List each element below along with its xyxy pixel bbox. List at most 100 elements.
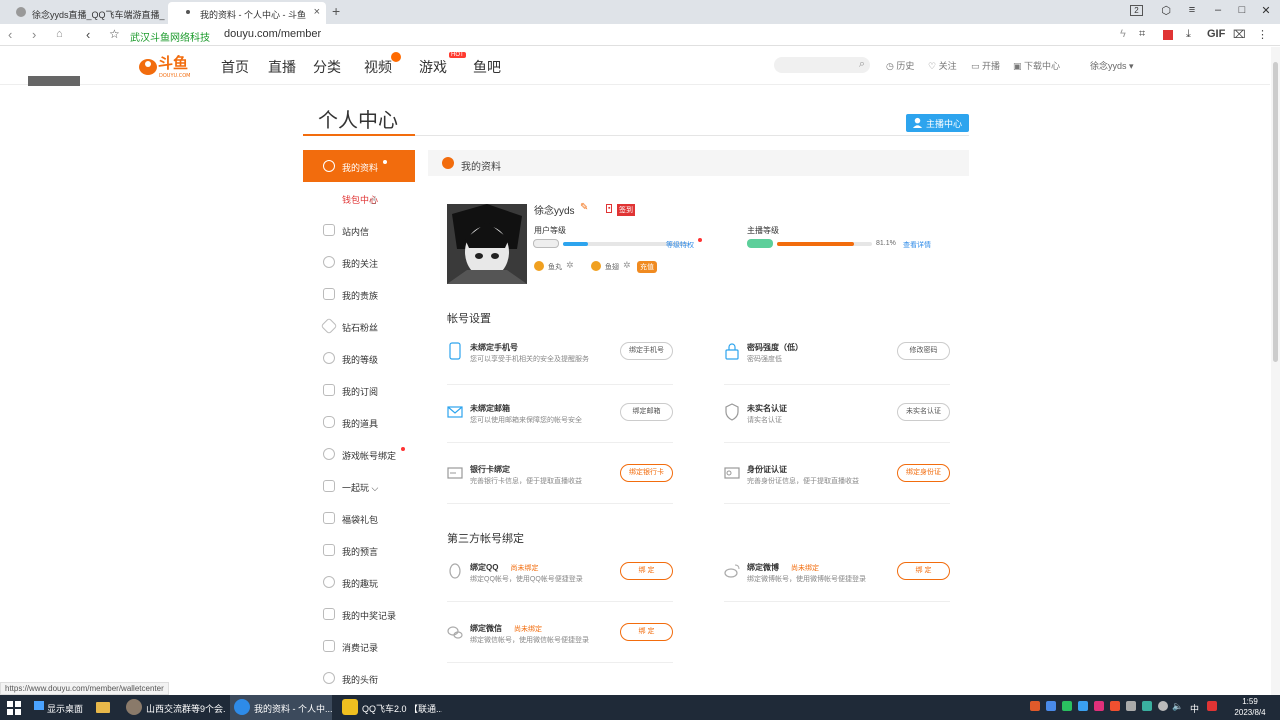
back-icon[interactable]: ‹ bbox=[8, 27, 12, 42]
recharge-button[interactable]: 充值 bbox=[637, 261, 657, 273]
history-link[interactable]: ◷ 历史 bbox=[886, 59, 914, 72]
edit-icon[interactable]: ✎ bbox=[580, 202, 588, 213]
close-tab-icon[interactable]: × bbox=[314, 6, 320, 18]
close-window-icon[interactable]: ✕ bbox=[1256, 4, 1276, 17]
tray-app-icon[interactable] bbox=[1030, 701, 1040, 711]
folder-icon[interactable] bbox=[96, 702, 110, 713]
browser-tab-active[interactable]: 我的资料 - 个人中心 - 斗鱼 × bbox=[168, 2, 326, 24]
home-icon[interactable]: ⌂ bbox=[56, 28, 63, 40]
scrollbar-thumb[interactable] bbox=[1273, 62, 1278, 362]
tray-app-icon[interactable] bbox=[1110, 701, 1120, 711]
windows-start-icon[interactable] bbox=[6, 700, 22, 716]
start-live-link[interactable]: ▭ 开播 bbox=[971, 59, 1000, 72]
user-level-fill bbox=[563, 242, 588, 246]
shield-icon[interactable]: ⬡ bbox=[1156, 4, 1176, 17]
download-center-link[interactable]: ▣ 下载中心 bbox=[1013, 59, 1060, 72]
bind-idcard-button[interactable]: 绑定身份证 bbox=[897, 464, 950, 482]
sidebar-item-props[interactable]: 我的道具 bbox=[303, 406, 415, 438]
search-input[interactable]: ⌕ bbox=[774, 57, 870, 73]
crop-icon[interactable]: ⌧ bbox=[1233, 28, 1246, 41]
system-clock[interactable]: 1:59 2023/8/4 bbox=[1230, 696, 1270, 718]
sidebar-item-play-together[interactable]: 一起玩 ⌵ bbox=[303, 470, 415, 502]
tray-app-icon[interactable] bbox=[1126, 701, 1136, 711]
sidebar-item-gift-pack[interactable]: 福袋礼包 bbox=[303, 502, 415, 534]
site-verified-tag: 武汉斗鱼网络科技 bbox=[130, 33, 210, 44]
menu-icon[interactable]: ≡ bbox=[1182, 4, 1202, 16]
page-scrollbar[interactable] bbox=[1271, 47, 1280, 695]
download-icon[interactable]: ⤓ bbox=[1186, 28, 1191, 41]
sidebar-item-label: 福袋礼包 bbox=[342, 515, 379, 525]
sidebar-item-level[interactable]: 我的等级 bbox=[303, 342, 415, 374]
minimize-icon[interactable]: – bbox=[1208, 4, 1228, 16]
sidebar-item-noble[interactable]: 我的贵族 bbox=[303, 278, 415, 310]
sidebar-item-spending[interactable]: 消费记录 bbox=[303, 630, 415, 662]
taskbar-app-chat[interactable]: 山西交流群等9个会... bbox=[122, 695, 226, 720]
sidebar-item-profile[interactable]: 我的资料 bbox=[303, 150, 415, 182]
tab-favicon-icon bbox=[16, 7, 26, 17]
taskbar-app-game[interactable]: QQ飞车2.0 【联通... bbox=[338, 695, 442, 720]
anchor-center-button[interactable]: 主播中心 bbox=[906, 114, 969, 132]
lightning-icon[interactable]: ϟ bbox=[1120, 28, 1126, 40]
show-desktop-button[interactable]: 显示桌面 bbox=[47, 702, 83, 715]
gif-tool[interactable]: GIF bbox=[1207, 28, 1225, 40]
sidebar-item-prize-records[interactable]: 我的中奖记录 bbox=[303, 598, 415, 630]
sidebar-item-follows[interactable]: 我的关注 bbox=[303, 246, 415, 278]
sign-tag[interactable]: 签到 bbox=[617, 204, 635, 216]
level-privilege-link[interactable]: 等级特权 bbox=[666, 240, 694, 250]
sidebar-item-subscriptions[interactable]: 我的订阅 bbox=[303, 374, 415, 406]
user-menu[interactable]: 徐念yyds ▾ bbox=[1090, 59, 1134, 72]
tray-app-icon[interactable] bbox=[1094, 701, 1104, 711]
realname-button[interactable]: 未实名认证 bbox=[897, 403, 950, 421]
volume-icon[interactable]: 🔈 bbox=[1172, 701, 1183, 712]
sidebar-item-messages[interactable]: 站内信 bbox=[303, 214, 415, 246]
sidebar-item-diamond-fans[interactable]: 钻石粉丝 bbox=[303, 310, 415, 342]
tab-count-icon[interactable]: 2 bbox=[1130, 5, 1143, 16]
taskbar-app-browser[interactable]: 我的资料 - 个人中... bbox=[230, 695, 332, 720]
nav-live[interactable]: 直播 bbox=[268, 57, 296, 77]
row-title: 身份证认证 bbox=[747, 465, 787, 474]
extension-icon[interactable] bbox=[1163, 30, 1173, 40]
refresh-icon[interactable]: ✲ bbox=[566, 260, 574, 271]
bind-bankcard-button[interactable]: 绑定银行卡 bbox=[620, 464, 673, 482]
bind-weibo-button[interactable]: 绑 定 bbox=[897, 562, 950, 580]
stop-icon[interactable]: ‹ bbox=[86, 27, 90, 42]
nav-games[interactable]: 游戏 bbox=[419, 57, 447, 77]
url-field[interactable]: douyu.com/member bbox=[224, 28, 321, 40]
star-icon[interactable]: ☆ bbox=[109, 27, 120, 41]
view-details-link[interactable]: 查看详情 bbox=[903, 240, 931, 250]
nav-yuba[interactable]: 鱼吧 bbox=[473, 57, 501, 77]
douyu-logo[interactable]: 斗鱼 DOUYU.COM bbox=[138, 51, 198, 79]
tray-app-icon[interactable] bbox=[1142, 701, 1152, 711]
ime-indicator[interactable]: 中 bbox=[1190, 702, 1199, 715]
follow-link[interactable]: ♡ 关注 bbox=[928, 59, 957, 72]
forward-icon[interactable]: › bbox=[32, 27, 36, 42]
sidebar-item-titles[interactable]: 我的头衔 bbox=[303, 662, 415, 694]
nav-category[interactable]: 分类 bbox=[313, 57, 341, 77]
change-password-button[interactable]: 修改密码 bbox=[897, 342, 950, 360]
sidebar-item-wallet[interactable]: 钱包中心 ☝ bbox=[303, 182, 415, 214]
refresh-icon[interactable]: ✲ bbox=[623, 260, 631, 271]
sidebar-item-fun-play[interactable]: 我的趣玩 bbox=[303, 566, 415, 598]
maximize-icon[interactable]: □ bbox=[1232, 4, 1252, 16]
network-icon[interactable] bbox=[1158, 701, 1168, 711]
sidebar-item-predictions[interactable]: 我的预言 bbox=[303, 534, 415, 566]
bind-email-button[interactable]: 绑定邮箱 bbox=[620, 403, 673, 421]
more-icon[interactable]: ⋮ bbox=[1257, 28, 1268, 41]
download-center-icon: ▣ bbox=[1013, 61, 1025, 71]
browser-tab[interactable]: 徐念yyds直播_QQ飞车端游直播_斗 bbox=[0, 2, 165, 24]
bind-phone-button[interactable]: 绑定手机号 bbox=[620, 342, 673, 360]
search-icon[interactable]: ⌕ bbox=[859, 58, 865, 71]
anchor-level-label: 主播等级 bbox=[747, 226, 779, 235]
bind-qq-button[interactable]: 绑 定 bbox=[620, 562, 673, 580]
wechat-tray-icon[interactable] bbox=[1062, 701, 1072, 711]
avatar[interactable] bbox=[447, 204, 527, 284]
nav-home[interactable]: 首页 bbox=[221, 57, 249, 77]
sidebar-item-game-binding[interactable]: 游戏帐号绑定 bbox=[303, 438, 415, 470]
bind-wechat-button[interactable]: 绑 定 bbox=[620, 623, 673, 641]
qr-icon[interactable]: ⌗ bbox=[1139, 28, 1145, 41]
tray-app-icon[interactable] bbox=[1046, 701, 1056, 711]
input-method-icon[interactable] bbox=[1207, 701, 1217, 711]
new-tab-icon[interactable]: + bbox=[332, 3, 340, 19]
nav-video[interactable]: 视频 bbox=[364, 57, 392, 77]
tray-app-icon[interactable] bbox=[1078, 701, 1088, 711]
